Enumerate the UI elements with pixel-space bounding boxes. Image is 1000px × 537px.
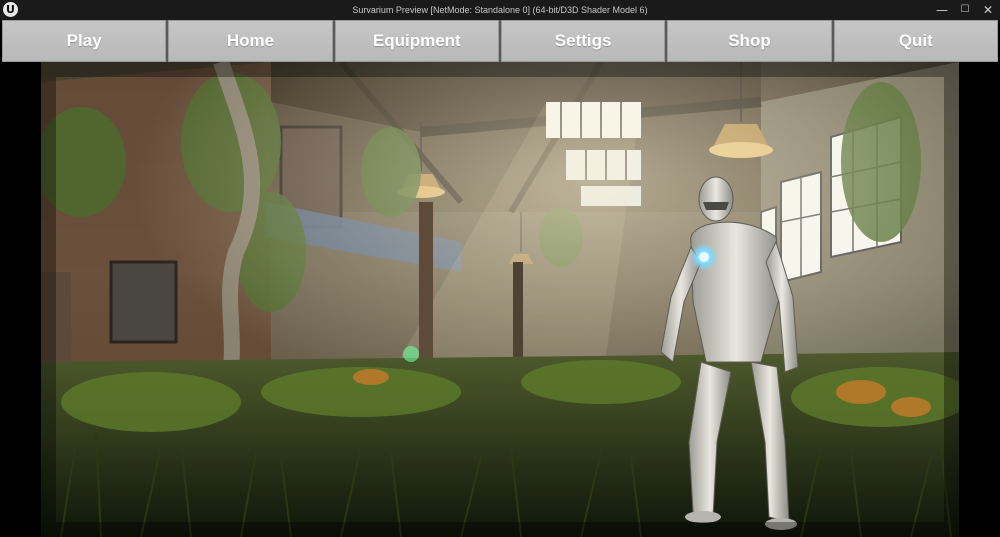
home-button[interactable]: Home [168, 20, 333, 62]
window-title-bar: U Survarium Preview [NetMode: Standalone… [0, 0, 1000, 20]
minimize-button[interactable]: — [930, 0, 954, 20]
settings-button[interactable]: Settigs [500, 20, 666, 62]
window-title: Survarium Preview [NetMode: Standalone 0… [352, 5, 648, 15]
play-button[interactable]: Play [2, 20, 167, 62]
maximize-button[interactable]: ☐ [953, 0, 977, 20]
game-scene [41, 62, 959, 537]
equipment-button[interactable]: Equipment [334, 20, 499, 62]
shop-button[interactable]: Shop [667, 20, 832, 62]
close-button[interactable]: ✕ [976, 0, 1000, 20]
game-viewport[interactable] [41, 62, 959, 537]
main-menu-bar: Play Home Equipment Settigs Shop Quit [2, 20, 998, 62]
quit-button[interactable]: Quit [833, 20, 998, 62]
